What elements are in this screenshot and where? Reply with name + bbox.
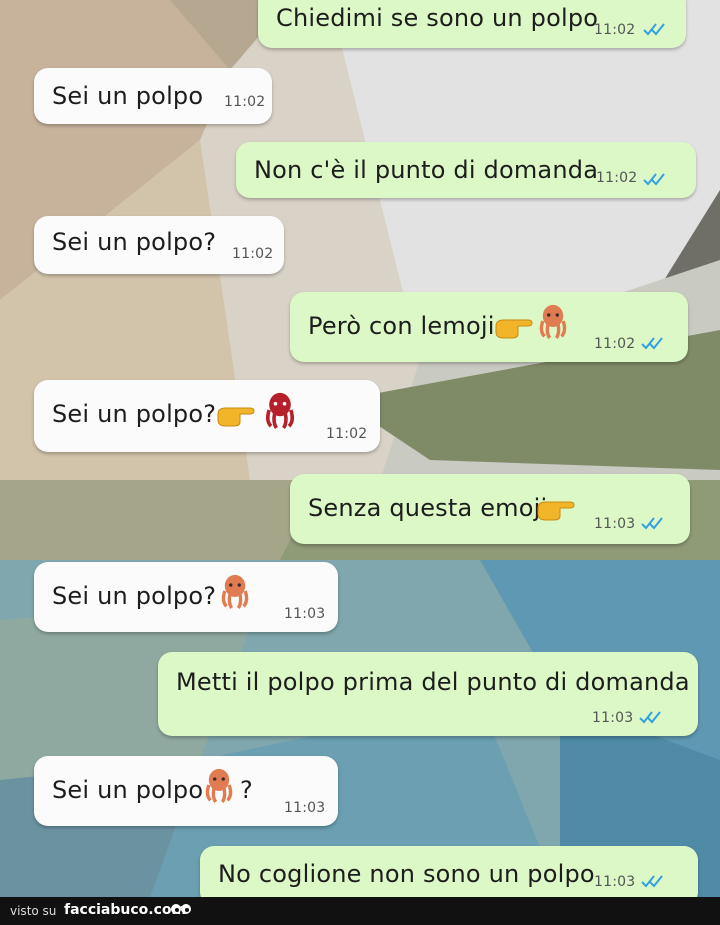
message-time: 11:02 [232,246,274,262]
outgoing-message[interactable]: Senza questa emoji 11:03 [290,474,690,544]
read-ticks-icon [641,337,663,350]
eyes-logo-icon [171,904,191,914]
outgoing-message[interactable]: No coglione non sono un polpo 11:03 [200,846,698,897]
incoming-message[interactable]: Sei un polpo? 11:02 [34,380,380,452]
message-time: 11:02 [596,170,638,186]
pointing-right-hand-icon [217,407,255,427]
incoming-message[interactable]: Sei un polpo 11:02 [34,68,272,124]
message-time: 11:03 [284,606,326,622]
octopus-icon [205,768,233,803]
message-text: Sei un polpo? [52,582,217,610]
read-ticks-icon [643,23,665,36]
message-text-suffix: ? [240,776,253,804]
outgoing-message[interactable]: Però con lemoji 11:02 [290,292,688,362]
message-text: Chiedimi se sono un polpo [276,4,599,32]
incoming-message[interactable]: Sei un polpo? 11:03 [34,562,338,632]
read-ticks-icon [643,173,665,186]
pointing-right-hand-icon [495,319,533,339]
outgoing-message[interactable]: Chiedimi se sono un polpo 11:02 [258,0,686,48]
footer-prefix: visto su [10,904,57,918]
message-time: 11:03 [284,800,326,816]
message-text: No coglione non sono un polpo [218,860,595,888]
message-time: 11:03 [594,874,636,890]
message-time: 11:03 [594,516,636,532]
incoming-message[interactable]: Sei un polpo? 11:02 [34,216,284,274]
message-text: Senza questa emoji [308,494,548,522]
message-time: 11:02 [594,22,636,38]
watermark-footer: visto su facciabuco.com [0,897,720,925]
message-text: Metti il polpo prima del punto di domand… [176,668,690,696]
message-text: Sei un polpo [52,82,204,110]
message-time: 11:02 [326,426,368,442]
message-time: 11:02 [594,336,636,352]
incoming-message[interactable]: Sei un polpo ? 11:03 [34,756,338,826]
read-ticks-icon [641,517,663,530]
footer-brand-link[interactable]: facciabuco.com [64,902,186,918]
message-time: 11:02 [224,94,266,110]
outgoing-message[interactable]: Metti il polpo prima del punto di domand… [158,652,698,736]
message-text: Non c'è il punto di domanda [254,156,599,184]
message-text: Sei un polpo? [52,400,217,428]
octopus-icon [539,304,567,339]
pointing-right-hand-icon [537,501,575,521]
outgoing-message[interactable]: Non c'è il punto di domanda 11:02 [236,142,696,198]
message-text: Però con lemoji [308,312,495,340]
message-text: Sei un polpo? [52,228,217,256]
octopus-icon [265,392,295,429]
message-time: 11:03 [592,710,634,726]
chat-area: Chiedimi se sono un polpo 11:02 Sei un p… [0,0,720,897]
message-text: Sei un polpo [52,776,204,804]
octopus-icon [221,574,249,609]
read-ticks-icon [639,711,661,724]
read-ticks-icon [641,875,663,888]
